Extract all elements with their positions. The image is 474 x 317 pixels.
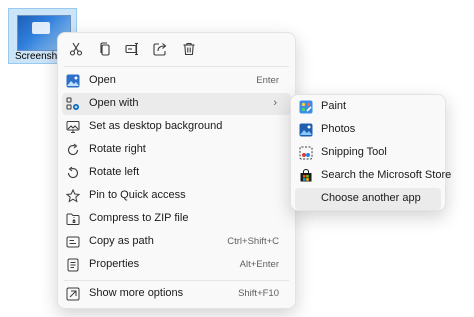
menu-item-rotate-right[interactable]: Rotate right — [62, 139, 291, 161]
menu-item-label: Open with — [89, 97, 139, 109]
menu-item-shortcut: Enter — [256, 75, 279, 86]
more-options-icon — [66, 287, 80, 301]
menu-item-rotate-left[interactable]: Rotate left — [62, 162, 291, 184]
submenu-item-microsoft-store[interactable]: Search the Microsoft Store — [295, 165, 451, 187]
cut-icon — [69, 42, 83, 56]
rename-button[interactable] — [121, 39, 143, 59]
open-image-icon — [66, 74, 80, 88]
share-button[interactable] — [149, 39, 171, 59]
submenu-item-choose-another-app[interactable]: Choose another app — [295, 188, 441, 210]
menu-item-copy-as-path[interactable]: Copy as path Ctrl+Shift+C — [62, 231, 291, 253]
desktop-background-icon — [66, 120, 80, 134]
zip-folder-icon — [66, 212, 80, 226]
copy-icon — [100, 42, 110, 56]
menu-item-label: Rotate right — [89, 143, 146, 155]
rotate-left-icon — [66, 166, 80, 180]
menu-item-compress-zip[interactable]: Compress to ZIP file — [62, 208, 291, 230]
menu-item-open[interactable]: Open Enter — [62, 70, 291, 92]
menu-item-shortcut: Alt+Enter — [239, 259, 279, 270]
quick-actions-bar — [58, 33, 295, 65]
menu-divider — [64, 66, 289, 67]
menu-item-label: Open — [89, 74, 116, 86]
menu-item-label: Rotate left — [89, 166, 140, 178]
submenu-item-snipping-tool[interactable]: Snipping Tool — [295, 142, 441, 164]
rotate-right-icon — [66, 143, 80, 157]
properties-icon — [66, 258, 80, 272]
submenu-item-label: Photos — [321, 123, 356, 135]
rename-icon — [125, 42, 138, 56]
copy-button[interactable] — [94, 39, 116, 59]
submenu-item-label: Paint — [321, 100, 347, 112]
share-icon — [153, 43, 167, 56]
microsoft-store-icon — [299, 169, 313, 183]
submenu-item-photos[interactable]: Photos — [295, 119, 441, 141]
paint-app-icon — [299, 100, 313, 114]
menu-item-set-desktop-background[interactable]: Set as desktop background — [62, 116, 291, 138]
open-with-icon — [66, 97, 80, 111]
menu-item-show-more-options[interactable]: Show more options Shift+F10 — [62, 283, 291, 305]
menu-item-label: Copy as path — [89, 235, 154, 247]
menu-item-label: Pin to Quick access — [89, 189, 186, 201]
delete-button[interactable] — [178, 39, 200, 59]
submenu-item-label: Search the Microsoft Store — [321, 169, 452, 181]
menu-item-label: Compress to ZIP file — [89, 212, 189, 224]
menu-item-open-with[interactable]: Open with › — [62, 93, 291, 115]
submenu-item-label: Snipping Tool — [321, 146, 387, 158]
submenu-item-paint[interactable]: Paint — [295, 96, 441, 118]
copy-path-icon — [66, 235, 80, 249]
menu-item-label: Properties — [89, 258, 140, 270]
menu-item-shortcut: Shift+F10 — [238, 288, 279, 299]
menu-item-properties[interactable]: Properties Alt+Enter — [62, 254, 291, 276]
menu-item-label: Show more options — [89, 287, 184, 299]
menu-item-shortcut: Ctrl+Shift+C — [227, 236, 279, 247]
cut-button[interactable] — [65, 39, 87, 59]
menu-item-pin-quick-access[interactable]: Pin to Quick access — [62, 185, 291, 207]
delete-icon — [183, 42, 195, 56]
photos-app-icon — [299, 123, 313, 137]
star-icon — [66, 189, 80, 203]
context-menu: Open Enter Open with › Set as desktop ba… — [57, 32, 296, 309]
submenu-item-label: Choose another app — [321, 192, 421, 204]
snipping-tool-icon — [299, 146, 313, 160]
menu-item-label: Set as desktop background — [89, 120, 223, 132]
menu-divider — [64, 280, 289, 281]
chevron-right-icon: › — [273, 97, 277, 109]
open-with-submenu: Paint Photos Snipping Tool Search the Mi… — [290, 94, 451, 211]
